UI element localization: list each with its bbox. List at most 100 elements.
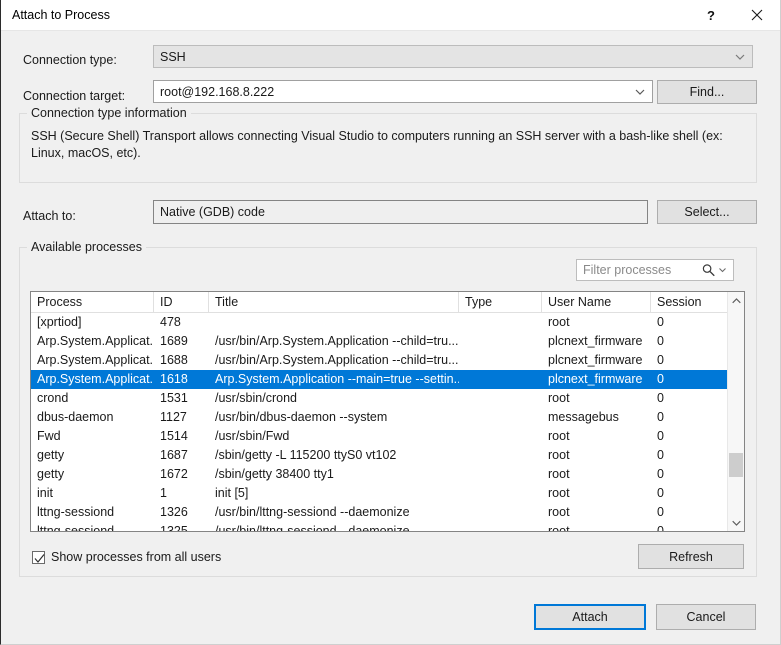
find-button[interactable]: Find... — [657, 80, 757, 104]
attach-button[interactable]: Attach — [534, 604, 646, 630]
window-title: Attach to Process — [12, 8, 110, 22]
cell-type — [459, 408, 542, 427]
cell-user: plcnext_firmware — [548, 353, 643, 367]
cell-user: root — [548, 391, 570, 405]
cell-title: /usr/bin/lttng-sessiond --daemonize — [215, 505, 410, 519]
filter-processes-input[interactable]: Filter processes — [576, 259, 734, 281]
chevron-down-icon — [735, 54, 745, 60]
cell-title: /sbin/getty -L 115200 ttyS0 vt102 — [215, 448, 397, 462]
cell-process: getty — [37, 448, 65, 462]
search-icon[interactable] — [702, 264, 715, 277]
cell-process: lttng-sessiond — [37, 505, 115, 519]
attach-to-process-dialog: Attach to Process ? Connection type: SSH… — [0, 0, 781, 645]
cell-id: 1618 — [160, 372, 188, 386]
cell-title: /usr/sbin/Fwd — [215, 429, 290, 443]
cell-process: getty — [37, 467, 65, 481]
show-all-users-checkbox[interactable]: Show processes from all users — [32, 550, 221, 564]
cell-id: 1688 — [160, 353, 188, 367]
cell-user: plcnext_firmware — [548, 334, 643, 348]
column-header-user-name[interactable]: User Name — [542, 292, 651, 312]
table-row[interactable]: lttng-sessiond 1325/usr/bin/lttng-session… — [31, 522, 744, 531]
cell-title: /usr/bin/lttng-sessiond --daemonize — [215, 524, 410, 531]
cell-type — [459, 446, 542, 465]
cell-user: plcnext_firmware — [548, 372, 643, 386]
cell-title — [209, 313, 459, 332]
help-button[interactable]: ? — [688, 0, 734, 30]
cell-type — [459, 427, 542, 446]
process-list-body[interactable]: [xprtiod] 478 root 0 Arp.System.Applicat... 1… — [31, 313, 744, 531]
connection-target-combobox[interactable]: root@192.168.8.222 — [153, 80, 653, 103]
cell-user: root — [548, 505, 570, 519]
cell-user: messagebus — [548, 410, 619, 424]
column-header-session[interactable]: Session — [651, 292, 717, 312]
column-header-type[interactable]: Type — [459, 292, 542, 312]
cell-type — [459, 465, 542, 484]
checkmark-icon — [34, 553, 45, 563]
cell-type — [459, 503, 542, 522]
cell-title: /usr/bin/Arp.System.Application --child=… — [215, 334, 459, 348]
question-mark-icon: ? — [707, 7, 715, 23]
table-row[interactable]: Arp.System.Applicat... 1688/usr/bin/Arp.S… — [31, 351, 744, 370]
cell-session: 0 — [657, 505, 664, 519]
cell-process: Arp.System.Applicat... — [37, 353, 154, 367]
cell-id: 1672 — [160, 467, 188, 481]
connection-type-combobox[interactable]: SSH — [153, 45, 753, 68]
column-header-process[interactable]: Process — [31, 292, 154, 312]
cell-user: root — [548, 448, 570, 462]
chevron-up-icon — [731, 297, 741, 303]
cell-type — [459, 313, 542, 332]
table-row[interactable]: Arp.System.Applicat... 1618 Arp.System.App… — [31, 370, 744, 389]
cell-id: 1689 — [160, 334, 188, 348]
connection-target-value: root@192.168.8.222 — [160, 84, 275, 99]
cell-title: Arp.System.Application --main=true --set… — [215, 372, 459, 386]
table-row[interactable]: lttng-sessiond 1326/usr/bin/lttng-session… — [31, 503, 744, 522]
column-header-id[interactable]: ID — [154, 292, 209, 312]
cell-title: /usr/bin/dbus-daemon --system — [215, 410, 388, 424]
cell-session: 0 — [657, 486, 664, 500]
cancel-button[interactable]: Cancel — [656, 604, 756, 630]
table-row[interactable]: init 1 init [5] root 0 — [31, 484, 744, 503]
process-list-header: Process ID Title Type User Name Session — [31, 292, 744, 313]
table-row[interactable]: Fwd 1514/usr/sbin/Fwd root 0 — [31, 427, 744, 446]
filter-placeholder: Filter processes — [583, 263, 672, 277]
scrollbar-thumb[interactable] — [729, 453, 743, 477]
checkbox-box[interactable] — [32, 550, 45, 564]
cell-session: 0 — [657, 334, 664, 348]
cell-session: 0 — [657, 391, 664, 405]
cell-user: root — [548, 524, 570, 531]
process-list[interactable]: Process ID Title Type User Name Session [xprt… — [30, 291, 745, 532]
cell-title: init [5] — [215, 486, 249, 500]
table-row[interactable]: crond 1531/usr/sbin/crond root 0 — [31, 389, 744, 408]
table-row[interactable]: getty 1687/sbin/getty -L 115200 ttyS0 vt1… — [31, 446, 744, 465]
table-row[interactable]: getty 1672/sbin/getty 38400 tty1 root 0 — [31, 465, 744, 484]
cell-session: 0 — [657, 429, 664, 443]
table-row[interactable]: Arp.System.Applicat... 1689/usr/bin/Arp.S… — [31, 332, 744, 351]
cell-type — [459, 484, 542, 503]
cell-process: Arp.System.Applicat... — [37, 372, 154, 386]
attach-to-field[interactable]: Native (GDB) code — [153, 200, 648, 224]
cell-process: dbus-daemon — [37, 410, 114, 424]
close-button[interactable] — [734, 0, 780, 30]
table-row[interactable]: dbus-daemon 1127/usr/bin/dbus-daemon --sy… — [31, 408, 744, 427]
cell-session: 0 — [657, 448, 664, 462]
filter-dropdown-icon[interactable] — [719, 268, 726, 273]
cell-user: root — [548, 467, 570, 481]
cell-process: crond — [37, 391, 69, 405]
table-row[interactable]: [xprtiod] 478 root 0 — [31, 313, 744, 332]
scroll-up-button[interactable] — [728, 292, 744, 309]
cell-type — [459, 370, 542, 389]
cell-type — [459, 389, 542, 408]
refresh-button[interactable]: Refresh — [638, 544, 744, 569]
cell-session: 0 — [657, 524, 664, 531]
cell-id: 478 — [160, 315, 181, 329]
column-header-title[interactable]: Title — [209, 292, 459, 312]
connection-type-information-legend: Connection type information — [27, 106, 191, 120]
cell-session: 0 — [657, 315, 664, 329]
connection-type-value: SSH — [160, 49, 186, 64]
show-all-users-label: Show processes from all users — [51, 550, 222, 564]
scroll-down-button[interactable] — [728, 514, 744, 531]
cell-user: root — [548, 486, 570, 500]
process-list-scrollbar[interactable] — [727, 292, 744, 531]
attach-to-label: Attach to: — [23, 209, 76, 223]
select-button[interactable]: Select... — [657, 200, 757, 224]
